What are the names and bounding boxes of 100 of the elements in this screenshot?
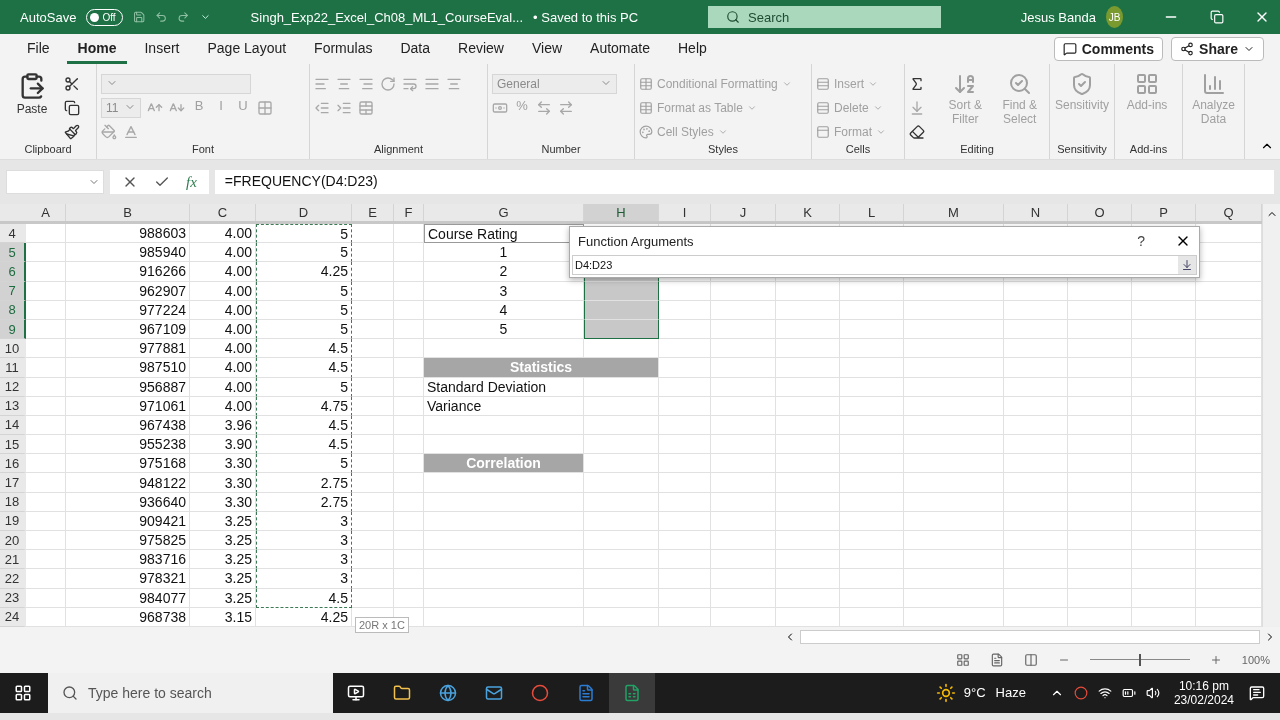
empty-cell[interactable] <box>1132 377 1196 397</box>
empty-cell[interactable] <box>711 377 776 397</box>
page-break-icon[interactable] <box>1023 652 1038 667</box>
empty-cell[interactable] <box>904 396 1004 416</box>
notifications-icon[interactable] <box>1249 684 1265 701</box>
empty-cell[interactable] <box>776 607 840 627</box>
record-icon[interactable] <box>1073 685 1088 700</box>
row-header[interactable]: 19 <box>0 511 26 531</box>
empty-cell[interactable] <box>394 415 424 436</box>
search-field[interactable]: Search <box>708 6 941 28</box>
empty-cell[interactable] <box>1068 550 1132 570</box>
empty-cell[interactable] <box>424 492 584 512</box>
empty-cell[interactable] <box>424 511 584 531</box>
empty-cell[interactable] <box>776 492 840 512</box>
empty-cell[interactable] <box>394 588 424 608</box>
empty-cell[interactable] <box>1068 492 1132 512</box>
empty-cell[interactable] <box>904 281 1004 301</box>
empty-cell[interactable] <box>659 492 711 512</box>
empty-cell[interactable] <box>1132 319 1196 340</box>
empty-cell[interactable] <box>584 607 659 627</box>
empty-cell[interactable] <box>659 473 711 493</box>
empty-cell[interactable] <box>1068 435 1132 455</box>
empty-cell[interactable] <box>904 415 1004 436</box>
empty-cell[interactable] <box>584 415 659 436</box>
empty-cell[interactable] <box>840 492 904 512</box>
empty-cell[interactable] <box>352 396 394 416</box>
empty-cell[interactable] <box>904 607 1004 627</box>
empty-cell[interactable] <box>1132 281 1196 301</box>
empty-cell[interactable] <box>711 550 776 570</box>
row-header[interactable]: 24 <box>0 607 26 627</box>
name-box[interactable] <box>6 170 104 194</box>
empty-cell[interactable] <box>394 511 424 531</box>
empty-cell[interactable] <box>352 473 394 493</box>
column-header[interactable]: A <box>26 204 66 221</box>
empty-cell[interactable] <box>776 396 840 416</box>
ribbon-tab[interactable]: Insert <box>133 34 191 64</box>
empty-cell[interactable] <box>1004 435 1068 455</box>
empty-cell[interactable] <box>776 319 840 340</box>
insert-function-button[interactable]: fx <box>186 173 197 191</box>
empty-cell[interactable] <box>659 607 711 627</box>
empty-cell[interactable] <box>776 377 840 397</box>
empty-cell[interactable] <box>1004 531 1068 551</box>
empty-cell[interactable] <box>424 550 584 570</box>
empty-cell[interactable] <box>840 569 904 589</box>
empty-cell[interactable] <box>1004 300 1068 320</box>
empty-cell[interactable] <box>1068 569 1132 589</box>
empty-cell[interactable] <box>394 319 424 340</box>
empty-cell[interactable] <box>1068 511 1132 531</box>
empty-cell[interactable] <box>1132 339 1196 359</box>
eraser-button[interactable] <box>909 122 925 142</box>
empty-cell[interactable] <box>659 569 711 589</box>
empty-cell[interactable] <box>1004 492 1068 512</box>
empty-cell[interactable] <box>394 550 424 570</box>
empty-cell[interactable] <box>840 415 904 436</box>
empty-cell[interactable] <box>1004 377 1068 397</box>
empty-cell[interactable] <box>394 531 424 551</box>
empty-cell[interactable] <box>1004 511 1068 531</box>
empty-cell[interactable] <box>584 473 659 493</box>
empty-cell[interactable] <box>352 377 394 397</box>
empty-cell[interactable] <box>659 415 711 436</box>
empty-cell[interactable] <box>394 377 424 397</box>
empty-cell[interactable] <box>1068 415 1132 436</box>
wifi-icon[interactable] <box>1097 685 1112 700</box>
empty-cell[interactable] <box>711 588 776 608</box>
empty-cell[interactable] <box>1068 358 1132 378</box>
spreadsheet-icon[interactable] <box>623 683 641 702</box>
empty-cell[interactable] <box>659 377 711 397</box>
empty-cell[interactable] <box>352 492 394 512</box>
empty-cell[interactable] <box>1068 319 1132 340</box>
column-header[interactable]: H <box>584 204 659 221</box>
empty-cell[interactable] <box>776 473 840 493</box>
column-header[interactable]: N <box>1004 204 1068 221</box>
empty-cell[interactable] <box>394 339 424 359</box>
start-icon[interactable] <box>14 683 32 702</box>
empty-cell[interactable] <box>424 473 584 493</box>
empty-cell[interactable] <box>776 281 840 301</box>
empty-cell[interactable] <box>904 339 1004 359</box>
row-header[interactable]: 4 <box>0 224 26 244</box>
column-header[interactable]: E <box>352 204 394 221</box>
empty-cell[interactable] <box>776 415 840 436</box>
empty-cell[interactable] <box>659 396 711 416</box>
ribbon-tab[interactable]: Page Layout <box>196 34 298 64</box>
empty-cell[interactable] <box>394 262 424 282</box>
empty-cell[interactable] <box>711 454 776 474</box>
column-header[interactable]: F <box>394 204 424 221</box>
row-header[interactable]: 10 <box>0 339 26 359</box>
column-header[interactable]: P <box>1132 204 1196 221</box>
empty-cell[interactable] <box>584 588 659 608</box>
empty-cell[interactable] <box>904 492 1004 512</box>
volume-icon[interactable] <box>1145 685 1160 700</box>
empty-cell[interactable] <box>840 435 904 455</box>
empty-cell[interactable] <box>1132 531 1196 551</box>
row-header[interactable]: 17 <box>0 473 26 493</box>
empty-cell[interactable] <box>352 358 394 378</box>
task-view-icon[interactable] <box>347 683 365 702</box>
empty-cell[interactable] <box>711 300 776 320</box>
empty-cell[interactable] <box>659 339 711 359</box>
ribbon-tab[interactable]: Automate <box>579 34 661 64</box>
ribbon-tab[interactable]: Review <box>447 34 515 64</box>
empty-cell[interactable] <box>424 415 584 436</box>
